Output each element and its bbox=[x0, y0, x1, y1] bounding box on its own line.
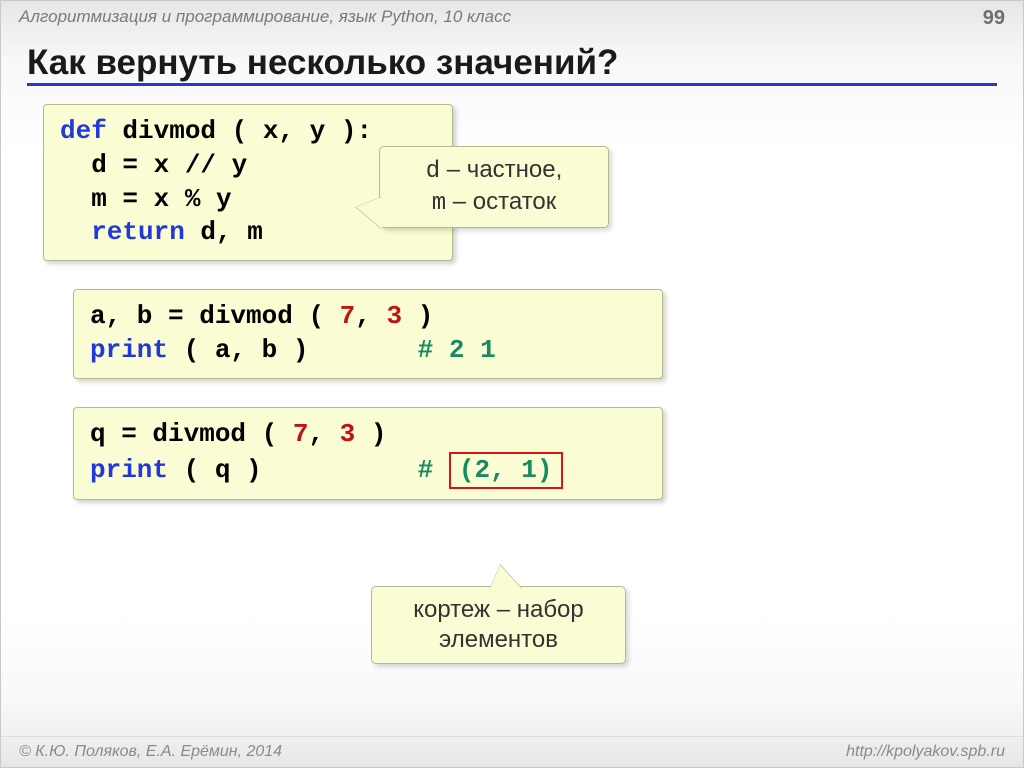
footer-url: http://kpolyakov.spb.ru bbox=[846, 743, 1005, 761]
callout1-l1b: – частное, bbox=[440, 156, 562, 183]
call2-print: print bbox=[90, 455, 168, 485]
tuple-result-box: (2, 1) bbox=[449, 452, 563, 490]
call1-print-tail: ( a, b ) bbox=[168, 335, 418, 365]
callout1-l2b: – остаток bbox=[446, 188, 556, 215]
call2-close: ) bbox=[355, 419, 386, 449]
call2-arg1: 7 bbox=[293, 419, 309, 449]
call2-assign: q = divmod bbox=[90, 419, 246, 449]
copyright: © К.Ю. Поляков, Е.А. Ерёмин, 2014 bbox=[19, 743, 282, 761]
call2-open: ( bbox=[246, 419, 293, 449]
callout-quotient-remainder: d – частное, m – остаток bbox=[379, 146, 609, 228]
call1-comment: # 2 1 bbox=[418, 335, 496, 365]
keyword-def: def bbox=[60, 116, 107, 146]
call2-sep: , bbox=[308, 419, 339, 449]
subject-line: Алгоритмизация и программирование, язык … bbox=[19, 7, 511, 35]
slide-footer: © К.Ю. Поляков, Е.А. Ерёмин, 2014 http:/… bbox=[1, 736, 1023, 761]
call2-hash: # bbox=[418, 455, 449, 485]
callout-tuple: кортеж – набор элементов bbox=[371, 586, 626, 664]
title-bar: Как вернуть несколько значений? bbox=[27, 43, 997, 86]
call1-sep: , bbox=[355, 301, 386, 331]
call2-print-tail: ( q ) bbox=[168, 455, 418, 485]
call1-arg1: 7 bbox=[340, 301, 356, 331]
callout1-d: d bbox=[426, 158, 440, 185]
content-area: def divmod ( x, y ): d = x // y m = x % … bbox=[1, 86, 1023, 500]
code-block-call2: q = divmod ( 7, 3 ) print ( q ) # (2, 1) bbox=[73, 407, 663, 501]
page-number: 99 bbox=[983, 7, 1005, 35]
code-block-call1: a, b = divmod ( 7, 3 ) print ( a, b ) # … bbox=[73, 289, 663, 379]
callout-tail-icon bbox=[490, 565, 522, 589]
return-tail: d, m bbox=[185, 217, 263, 247]
call2-arg2: 3 bbox=[340, 419, 356, 449]
def-line3: m = x % y bbox=[60, 184, 232, 214]
callout1-m: m bbox=[432, 190, 446, 217]
call1-close: ) bbox=[402, 301, 433, 331]
callout2-line1: кортеж – набор bbox=[388, 595, 609, 625]
call1-assign: a, b = divmod bbox=[90, 301, 293, 331]
keyword-return: return bbox=[60, 217, 185, 247]
def-line2: d = x // y bbox=[60, 150, 247, 180]
slide-header: Алгоритмизация и программирование, язык … bbox=[1, 1, 1023, 35]
def-signature: divmod ( x, y ): bbox=[107, 116, 372, 146]
page-title: Как вернуть несколько значений? bbox=[27, 43, 997, 83]
call1-open: ( bbox=[293, 301, 340, 331]
callout2-line2: элементов bbox=[388, 625, 609, 655]
callout-tail-icon bbox=[356, 197, 382, 229]
callout1-line2: m – остаток bbox=[396, 187, 592, 219]
call1-arg2: 3 bbox=[386, 301, 402, 331]
callout1-line1: d – частное, bbox=[396, 155, 592, 187]
call1-print: print bbox=[90, 335, 168, 365]
